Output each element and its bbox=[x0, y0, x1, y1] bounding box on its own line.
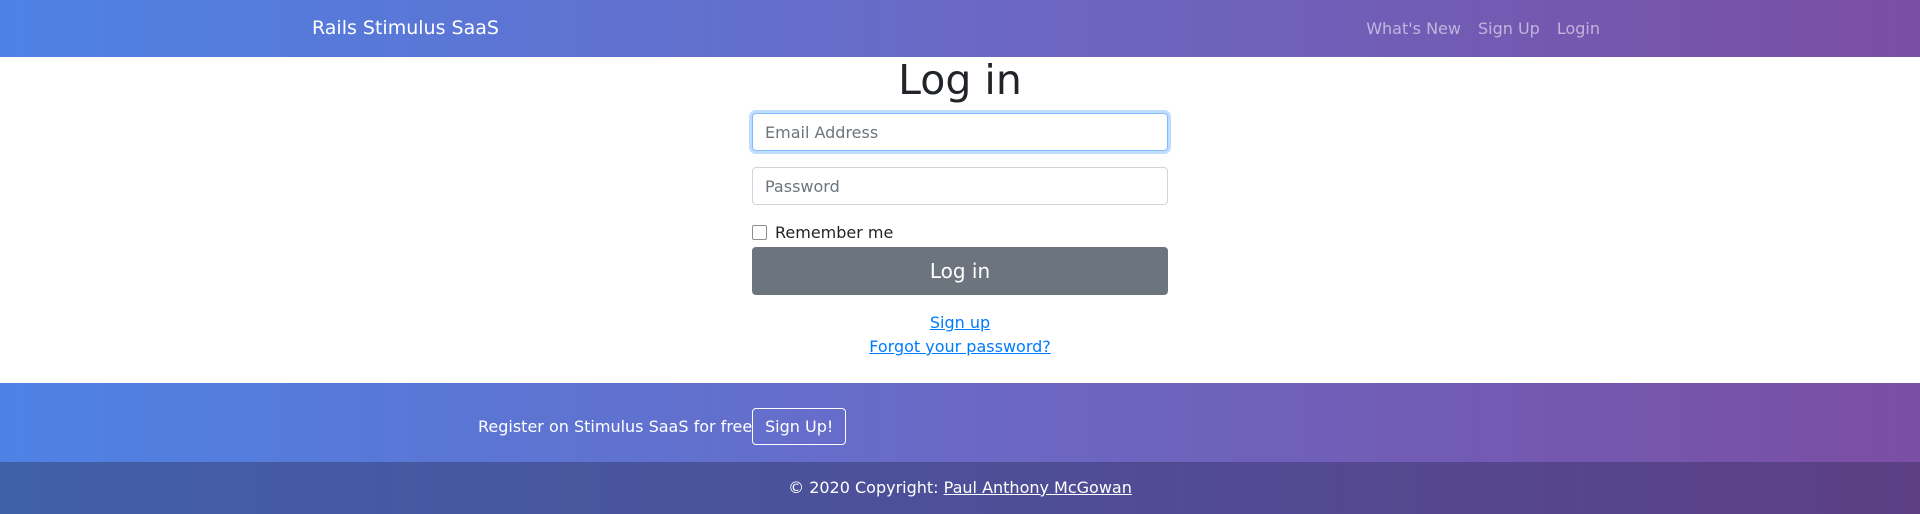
nav-links: What's New Sign Up Login bbox=[1366, 19, 1600, 38]
brand-link[interactable]: Rails Stimulus SaaS bbox=[312, 17, 499, 39]
remember-me-checkbox[interactable] bbox=[752, 225, 767, 240]
email-field[interactable] bbox=[752, 113, 1168, 151]
signup-link[interactable]: Sign up bbox=[930, 313, 990, 332]
author-link[interactable]: Paul Anthony McGowan bbox=[944, 478, 1132, 497]
forgot-password-link[interactable]: Forgot your password? bbox=[869, 337, 1051, 356]
top-navbar: Rails Stimulus SaaS What's New Sign Up L… bbox=[0, 0, 1920, 57]
nav-link-whats-new[interactable]: What's New bbox=[1366, 19, 1461, 38]
copyright-text: © 2020 Copyright: bbox=[788, 478, 944, 497]
register-cta-band: Register on Stimulus SaaS for free Sign … bbox=[0, 383, 1920, 462]
cta-sign-up-button[interactable]: Sign Up! bbox=[752, 408, 847, 445]
nav-link-login[interactable]: Login bbox=[1557, 19, 1600, 38]
footer: © 2020 Copyright: Paul Anthony McGowan bbox=[0, 462, 1920, 514]
login-button[interactable]: Log in bbox=[752, 247, 1168, 295]
nav-link-sign-up[interactable]: Sign Up bbox=[1478, 19, 1540, 38]
page-title: Log in bbox=[898, 56, 1022, 104]
cta-text: Register on Stimulus SaaS for free bbox=[478, 417, 753, 436]
remember-me-label[interactable]: Remember me bbox=[775, 223, 893, 242]
signup-link-row: Sign up bbox=[0, 313, 1920, 332]
password-field[interactable] bbox=[752, 167, 1168, 205]
forgot-password-link-row: Forgot your password? bbox=[0, 337, 1920, 356]
remember-me-row: Remember me bbox=[752, 223, 893, 242]
